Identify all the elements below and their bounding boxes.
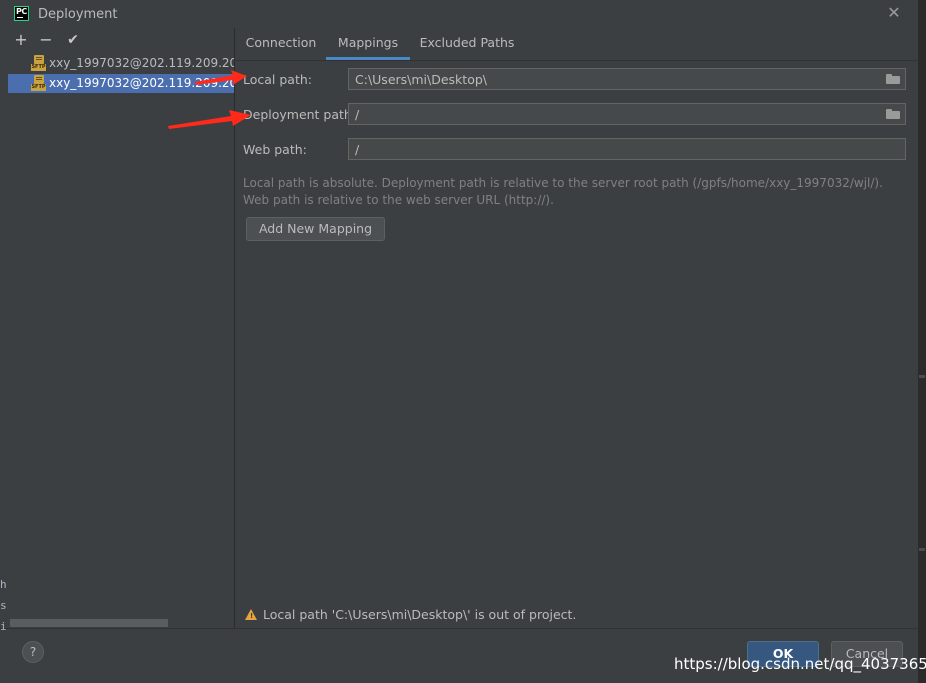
add-server-button[interactable]: + <box>12 31 30 49</box>
ide-background-text: h s i <box>0 540 8 633</box>
tab-bar: Connection Mappings Excluded Paths <box>236 28 918 61</box>
ide-text-fragment: s <box>0 599 7 612</box>
tab-connection[interactable]: Connection <box>236 28 326 60</box>
ide-background-edge <box>918 0 926 683</box>
close-icon[interactable]: ✕ <box>886 5 902 21</box>
sftp-server-icon: SFTP <box>31 55 46 71</box>
add-new-mapping-button[interactable]: Add New Mapping <box>246 217 385 241</box>
local-path-value: C:\Users\mi\Desktop\ <box>355 72 487 87</box>
pycharm-app-icon: PC <box>14 6 29 21</box>
ide-text-fragment: i <box>0 620 7 633</box>
web-path-field[interactable]: / <box>348 138 906 160</box>
window-title: Deployment <box>38 7 118 22</box>
local-path-field[interactable]: C:\Users\mi\Desktop\ <box>348 68 906 90</box>
web-path-value: / <box>355 142 360 157</box>
tab-mappings[interactable]: Mappings <box>326 28 410 60</box>
checkmark-icon[interactable]: ✔ <box>64 31 82 49</box>
horizontal-scrollbar[interactable] <box>10 619 168 627</box>
web-path-label: Web path: <box>243 142 307 157</box>
deployment-path-label: Deployment path: <box>243 107 357 122</box>
sftp-server-icon: SFTP <box>31 75 46 91</box>
deployment-path-value: / <box>355 107 360 122</box>
remove-server-button[interactable]: − <box>37 31 55 49</box>
tab-excluded-paths[interactable]: Excluded Paths <box>410 28 524 60</box>
annotation-arrow-deployment-path <box>168 110 251 129</box>
folder-browse-icon[interactable] <box>886 109 900 119</box>
app-icon-text: PC <box>16 7 27 16</box>
ide-text-fragment: h <box>0 578 7 591</box>
folder-browse-icon[interactable] <box>886 74 900 84</box>
footer-divider <box>0 628 918 629</box>
path-hint-line-2: Web path is relative to the web server U… <box>243 193 554 207</box>
path-hint-line-1: Local path is absolute. Deployment path … <box>243 176 883 190</box>
help-button[interactable]: ? <box>22 641 44 663</box>
watermark-text: https://blog.csdn.net/qq_40373651 <box>674 655 926 673</box>
deployment-dialog: PC Deployment ✕ + − ✔ SFTP xxy_1997032@2… <box>0 0 918 683</box>
title-bar: PC Deployment ✕ <box>0 0 918 28</box>
deployment-path-field[interactable]: / <box>348 103 906 125</box>
warning-icon: ! <box>245 609 257 620</box>
annotation-arrow-local-path <box>195 70 247 85</box>
warning-message: Local path 'C:\Users\mi\Desktop\' is out… <box>263 607 577 622</box>
